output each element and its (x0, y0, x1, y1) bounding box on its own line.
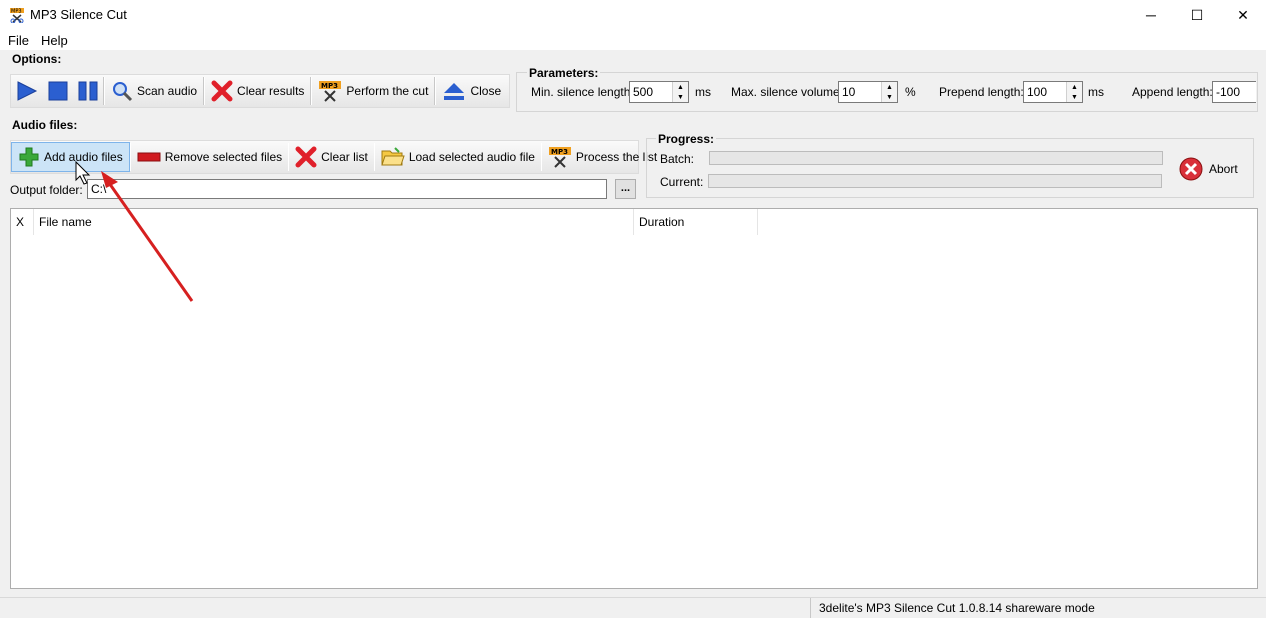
svg-text:MP3: MP3 (11, 9, 22, 15)
minimize-button[interactable]: ─ (1128, 0, 1174, 30)
folder-icon (381, 147, 405, 166)
remove-selected-label: Remove selected files (164, 150, 283, 164)
add-audio-files-button[interactable]: Add audio files (11, 142, 130, 172)
current-progress-bar (708, 174, 1162, 188)
max-volume-label: Max. silence volume: (731, 85, 844, 99)
prepend-label: Prepend length: (939, 85, 1024, 99)
close-label: Close (470, 84, 502, 98)
max-volume-spinner[interactable]: 10 ▲ ▼ (838, 81, 898, 103)
red-x-icon (211, 80, 233, 102)
min-silence-spinner[interactable]: 500 ▲ ▼ (629, 81, 689, 103)
perform-cut-button[interactable]: MP3 Perform the cut (312, 77, 434, 105)
prepend-spinner[interactable]: 100 ▲ ▼ (1023, 81, 1083, 103)
spin-up-icon[interactable]: ▲ (673, 82, 688, 92)
app-icon: MP3 (10, 8, 24, 23)
perform-cut-label: Perform the cut (346, 84, 429, 98)
clear-list-button[interactable]: Clear list (289, 143, 374, 171)
title-bar: MP3 MP3 Silence Cut ─ ☐ ✕ (0, 0, 1266, 30)
menu-help[interactable]: Help (41, 33, 68, 48)
clear-results-label: Clear results (237, 84, 305, 98)
prepend-value[interactable]: 100 (1024, 82, 1066, 102)
scan-audio-button[interactable]: Scan audio (105, 77, 203, 105)
output-folder-input[interactable]: C:\ (87, 179, 607, 199)
add-audio-files-label: Add audio files (44, 150, 123, 164)
batch-label: Batch: (660, 152, 695, 166)
file-list[interactable]: X File name Duration (10, 208, 1258, 589)
remove-selected-button[interactable]: Remove selected files (131, 143, 288, 171)
prepend-unit: ms (1088, 85, 1104, 99)
stop-button[interactable] (43, 77, 73, 105)
spin-down-icon[interactable]: ▼ (673, 92, 688, 102)
max-volume-value[interactable]: 10 (839, 82, 881, 102)
load-selected-button[interactable]: Load selected audio file (375, 143, 541, 171)
append-value[interactable]: -100 (1213, 82, 1256, 102)
pause-button[interactable] (73, 77, 103, 105)
min-silence-value[interactable]: 500 (630, 82, 672, 102)
progress-group (646, 138, 1254, 198)
eject-icon (444, 83, 465, 100)
close-icon: ✕ (1237, 6, 1249, 23)
abort-button[interactable]: Abort (1178, 155, 1238, 183)
menu-file[interactable]: File (8, 33, 29, 48)
mp3-scissors-icon: MP3 (319, 81, 342, 102)
svg-text:MP3: MP3 (321, 82, 338, 90)
spin-down-icon[interactable]: ▼ (1067, 92, 1082, 102)
green-plus-icon (19, 147, 39, 167)
red-x-icon (295, 146, 317, 168)
audio-files-label: Audio files: (12, 118, 78, 132)
scan-audio-label: Scan audio (137, 84, 198, 98)
audio-files-toolbar: Add audio files Remove selected files Cl… (10, 140, 657, 174)
spin-up-icon[interactable]: ▲ (882, 82, 897, 92)
spin-up-icon[interactable]: ▲ (1067, 82, 1082, 92)
min-silence-unit: ms (695, 85, 711, 99)
load-selected-label: Load selected audio file (408, 150, 535, 164)
pause-icon (78, 81, 98, 101)
abort-label: Abort (1209, 162, 1238, 176)
column-header-x[interactable]: X (11, 209, 34, 235)
status-text: 3delite's MP3 Silence Cut 1.0.8.14 share… (819, 601, 1095, 615)
batch-progress-bar (709, 151, 1163, 165)
spin-down-icon[interactable]: ▼ (882, 92, 897, 102)
maximize-icon: ☐ (1190, 6, 1204, 23)
append-spinner[interactable]: -100 (1212, 81, 1256, 103)
status-bar: 3delite's MP3 Silence Cut 1.0.8.14 share… (0, 597, 1266, 618)
scan-icon (113, 82, 133, 102)
window-title: MP3 Silence Cut (30, 7, 127, 22)
minimize-icon: ─ (1146, 7, 1156, 23)
mp3-scissors-icon: MP3 (548, 147, 571, 168)
browse-folder-button[interactable]: ... (615, 179, 636, 199)
append-label: Append length: (1132, 85, 1213, 99)
column-header-file-name[interactable]: File name (34, 209, 634, 235)
stop-icon (48, 81, 68, 101)
max-volume-unit: % (905, 85, 916, 99)
svg-text:MP3: MP3 (551, 148, 568, 156)
red-bar-icon (137, 152, 161, 162)
output-folder-label: Output folder: (10, 183, 83, 197)
close-file-button[interactable]: Close (436, 77, 507, 105)
abort-icon (1179, 157, 1203, 181)
play-icon (17, 81, 38, 101)
menu-bar: File Help (0, 30, 1266, 50)
options-label: Options: (12, 52, 62, 66)
close-window-button[interactable]: ✕ (1220, 0, 1266, 30)
maximize-button[interactable]: ☐ (1174, 0, 1220, 30)
play-button[interactable] (11, 77, 43, 105)
progress-label: Progress: (656, 132, 717, 146)
status-divider (810, 598, 811, 618)
column-header-duration[interactable]: Duration (634, 209, 758, 235)
parameters-label: Parameters: (527, 66, 601, 80)
options-toolbar: Scan audio Clear results MP3 Perform the… (10, 74, 510, 108)
min-silence-label: Min. silence length: (531, 85, 634, 99)
current-label: Current: (660, 175, 704, 189)
clear-list-label: Clear list (321, 150, 368, 164)
clear-results-button[interactable]: Clear results (205, 77, 310, 105)
